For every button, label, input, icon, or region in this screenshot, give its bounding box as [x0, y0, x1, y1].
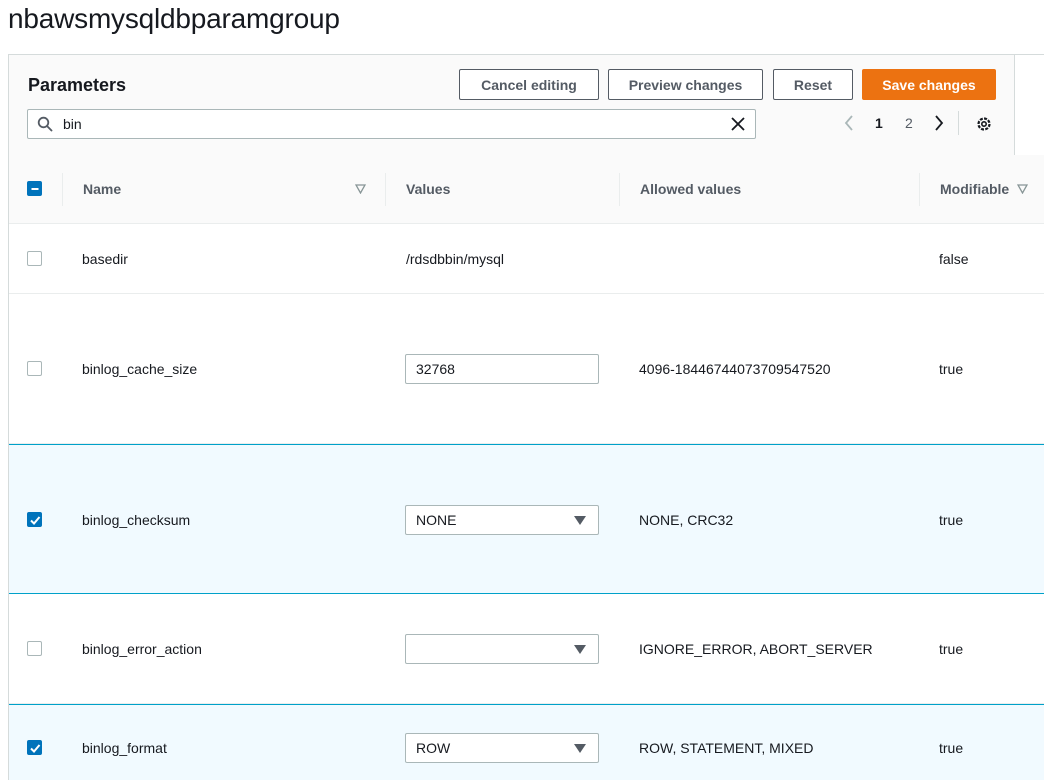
table-row: binlog_cache_size 32768 4096-18446744073… [9, 294, 1044, 444]
preview-changes-button[interactable]: Preview changes [608, 69, 763, 100]
allowed-values: ROW, STATEMENT, MIXED [639, 740, 814, 756]
column-header-values: Values [406, 181, 451, 197]
close-icon[interactable] [730, 116, 746, 132]
parameter-value: /rdsdbbin/mysql [406, 251, 505, 267]
reset-button[interactable]: Reset [773, 69, 853, 100]
row-checkbox[interactable] [27, 361, 42, 376]
parameter-name: binlog_error_action [82, 641, 202, 657]
search-input[interactable]: bin [63, 116, 82, 132]
modifiable-value: true [939, 361, 964, 377]
table-row: binlog_error_action IGNORE_ERROR, ABORT_… [9, 594, 1044, 704]
modifiable-value: true [939, 512, 964, 528]
parameter-name: basedir [82, 251, 128, 267]
column-header-name[interactable]: Name [83, 181, 121, 197]
modifiable-value: true [939, 740, 964, 756]
row-checkbox[interactable] [27, 251, 42, 266]
chevron-left-icon[interactable] [843, 114, 855, 132]
caret-down-icon [574, 516, 586, 525]
page-title: nbawsmysqldbparamgroup [8, 3, 340, 34]
row-checkbox[interactable] [27, 641, 42, 656]
page-1-link[interactable]: 1 [875, 115, 883, 131]
column-separator [919, 173, 920, 206]
parameter-name: binlog_checksum [82, 512, 191, 528]
indeterminate-icon [31, 188, 39, 190]
page-2-link[interactable]: 2 [905, 115, 913, 131]
caret-down-icon [574, 645, 586, 654]
table-row: binlog_format ROW ROW, STATEMENT, MIXED … [9, 704, 1044, 780]
chevron-right-icon[interactable] [933, 114, 945, 132]
checkmark-icon [30, 516, 41, 525]
search-icon [37, 116, 53, 132]
pagination-divider [958, 111, 959, 135]
table-row: binlog_checksum NONE NONE, CRC32 true [9, 444, 1044, 594]
table-header: Name Values Allowed values Modifiable [9, 155, 1044, 224]
sort-down-icon[interactable] [1017, 184, 1028, 194]
allowed-values: NONE, CRC32 [639, 512, 734, 528]
allowed-values: IGNORE_ERROR, ABORT_SERVER [639, 641, 873, 657]
row-checkbox[interactable] [27, 512, 42, 527]
parameters-panel: Parameters Cancel editing Preview change… [8, 54, 1044, 780]
modifiable-value: true [939, 641, 964, 657]
gear-icon[interactable] [975, 115, 993, 133]
column-separator [619, 173, 620, 206]
select-value: NONE [416, 512, 457, 528]
parameter-value-select[interactable]: ROW [405, 733, 599, 763]
search-field[interactable]: bin [27, 109, 756, 139]
modifiable-value: false [939, 251, 969, 267]
allowed-values: 4096-18446744073709547520 [639, 361, 831, 377]
column-separator [385, 173, 386, 206]
sort-down-icon[interactable] [355, 184, 366, 194]
column-separator [62, 173, 63, 206]
row-checkbox[interactable] [27, 740, 42, 755]
table-row: basedir /rdsdbbin/mysql false [9, 224, 1044, 294]
parameter-name: binlog_cache_size [82, 361, 198, 377]
select-all-checkbox[interactable] [27, 181, 42, 196]
parameter-value-select[interactable]: NONE [405, 505, 599, 535]
column-header-allowed-values: Allowed values [640, 181, 742, 197]
select-value: ROW [416, 740, 451, 756]
save-changes-button[interactable]: Save changes [862, 69, 996, 100]
checkmark-icon [30, 744, 41, 753]
panel-header: Parameters Cancel editing Preview change… [9, 55, 1015, 155]
column-header-modifiable[interactable]: Modifiable [940, 181, 1009, 197]
parameter-value-input[interactable]: 32768 [405, 354, 599, 384]
caret-down-icon [574, 744, 586, 753]
parameter-name: binlog_format [82, 740, 167, 756]
panel-title: Parameters [28, 75, 127, 95]
cancel-editing-button[interactable]: Cancel editing [459, 69, 599, 100]
parameter-value-select[interactable] [405, 634, 599, 664]
